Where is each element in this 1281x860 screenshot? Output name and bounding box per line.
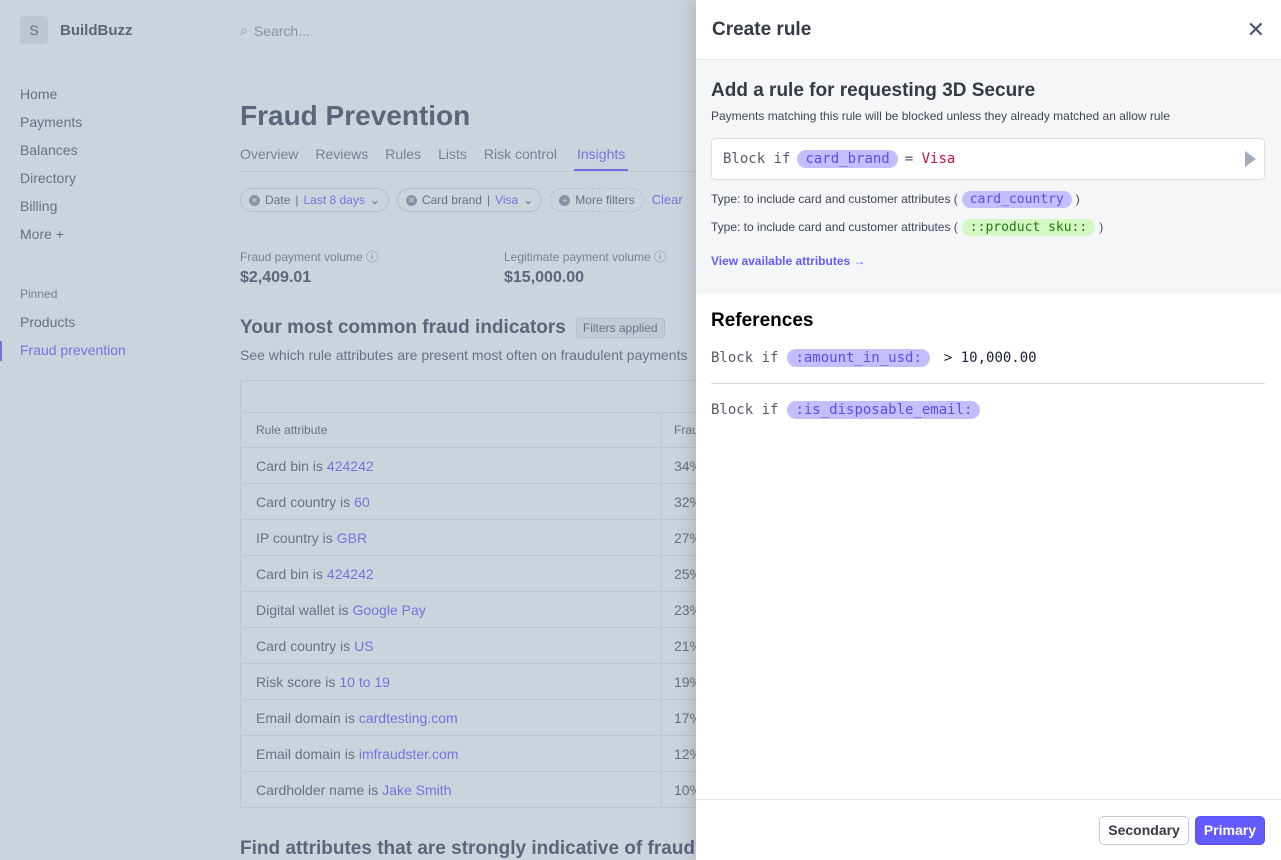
rule-value: Visa [921, 151, 956, 167]
attribute-token[interactable]: card_brand [797, 150, 898, 168]
keyword: Block if [711, 349, 779, 366]
hint: Type: to include card and customer attri… [711, 218, 1265, 236]
reference-item[interactable]: Block if :is_disposable_email: [711, 384, 1265, 436]
rule-description: Payments matching this rule will be bloc… [711, 109, 1170, 123]
hint: Type: to include card and customer attri… [711, 190, 1265, 208]
close-icon[interactable]: ✕ [1247, 17, 1265, 43]
paren: ) [1099, 220, 1104, 234]
panel-title: Create rule [712, 18, 812, 40]
view-attributes-link[interactable]: View available attributes → [711, 254, 1265, 268]
rule-editor-input[interactable]: Block if card_brand = Visa [711, 138, 1265, 180]
attribute-token: :amount_in_usd: [787, 348, 930, 367]
create-rule-panel: Create rule ✕ Add a rule for requesting 3… [696, 0, 1281, 860]
paren: ) [1075, 192, 1080, 206]
operator: = [904, 151, 914, 167]
reference-condition: > 10,000.00 [943, 349, 1037, 366]
keyword: Block if [723, 151, 791, 167]
attribute-token: ::product sku:: [961, 218, 1096, 236]
attribute-token: :is_disposable_email: [787, 401, 981, 419]
hint-text: Type: to include card and customer attri… [711, 220, 958, 234]
hint-text: Type: to include card and customer attri… [711, 192, 958, 206]
secondary-button[interactable]: Secondary [1099, 815, 1189, 845]
submit-arrow-icon[interactable] [1245, 151, 1256, 167]
rule-heading: Add a rule for requesting 3D Secure [711, 80, 1036, 101]
reference-item[interactable]: Block if :amount_in_usd: > 10,000.00 [711, 332, 1265, 384]
references-title: References [711, 310, 814, 331]
attribute-token: card_country [961, 190, 1072, 208]
primary-button[interactable]: Primary [1194, 815, 1265, 845]
keyword: Block if [711, 402, 779, 418]
